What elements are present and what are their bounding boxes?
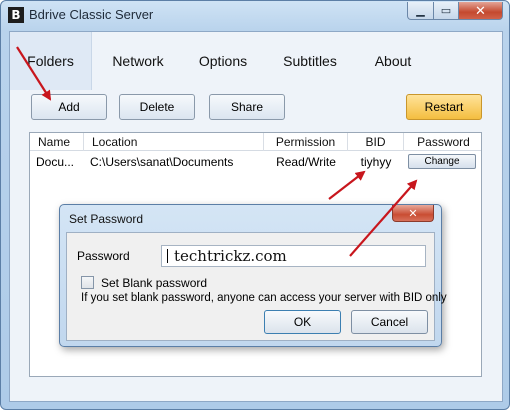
tab-network[interactable]: Network bbox=[92, 32, 184, 90]
blank-password-checkbox[interactable] bbox=[81, 276, 94, 289]
minimize-icon[interactable]: ▁ bbox=[407, 2, 434, 20]
window-title: Bdrive Classic Server bbox=[29, 7, 154, 22]
text-caret bbox=[167, 249, 168, 263]
tab-options[interactable]: Options bbox=[184, 32, 262, 90]
set-password-dialog: Set Password ✕ Password techtrickz.com S… bbox=[59, 204, 447, 347]
cell-name: Docu... bbox=[36, 155, 75, 169]
cell-bid: tiyhyy bbox=[360, 155, 392, 169]
password-value: techtrickz.com bbox=[174, 247, 287, 265]
table-header: Name Location Permission BID Password bbox=[30, 133, 481, 151]
cancel-button[interactable]: Cancel bbox=[351, 310, 428, 334]
dialog-title: Set Password bbox=[69, 212, 144, 226]
blank-password-info: If you set blank password, anyone can ac… bbox=[81, 292, 447, 304]
ok-button[interactable]: OK bbox=[264, 310, 341, 334]
share-button[interactable]: Share bbox=[209, 94, 285, 120]
column-header-bid[interactable]: BID bbox=[348, 133, 404, 151]
cell-location: C:\Users\sanat\Documents bbox=[90, 155, 234, 169]
password-input[interactable]: techtrickz.com bbox=[161, 245, 426, 267]
column-header-name[interactable]: Name bbox=[30, 133, 84, 151]
restart-button[interactable]: Restart bbox=[406, 94, 482, 120]
close-icon[interactable]: ✕ bbox=[459, 2, 503, 20]
column-header-password[interactable]: Password bbox=[404, 133, 483, 151]
blank-password-label[interactable]: Set Blank password bbox=[101, 276, 207, 290]
dialog-close-icon[interactable]: ✕ bbox=[392, 205, 434, 222]
maximize-icon[interactable]: ▭ bbox=[434, 2, 459, 20]
change-password-button[interactable]: Change bbox=[408, 154, 476, 169]
column-header-permission[interactable]: Permission bbox=[264, 133, 348, 151]
cell-permission: Read/Write bbox=[276, 155, 336, 169]
tab-subtitles[interactable]: Subtitles bbox=[262, 32, 358, 90]
tab-folders[interactable]: Folders bbox=[10, 32, 92, 90]
add-button[interactable]: Add bbox=[31, 94, 107, 120]
delete-button[interactable]: Delete bbox=[119, 94, 195, 120]
tab-about[interactable]: About bbox=[358, 32, 428, 90]
tab-bar: Folders Network Options Subtitles About bbox=[10, 32, 502, 90]
password-label: Password bbox=[77, 249, 130, 263]
main-window: B Bdrive Classic Server ▁ ▭ ✕ Folders Ne… bbox=[0, 0, 510, 410]
column-header-location[interactable]: Location bbox=[84, 133, 264, 151]
bdrive-app-icon: B bbox=[8, 7, 24, 23]
dialog-body: Password techtrickz.com Set Blank passwo… bbox=[66, 232, 447, 341]
window-controls: ▁ ▭ ✕ bbox=[407, 2, 503, 20]
title-bar[interactable]: B Bdrive Classic Server ▁ ▭ ✕ bbox=[1, 1, 509, 29]
